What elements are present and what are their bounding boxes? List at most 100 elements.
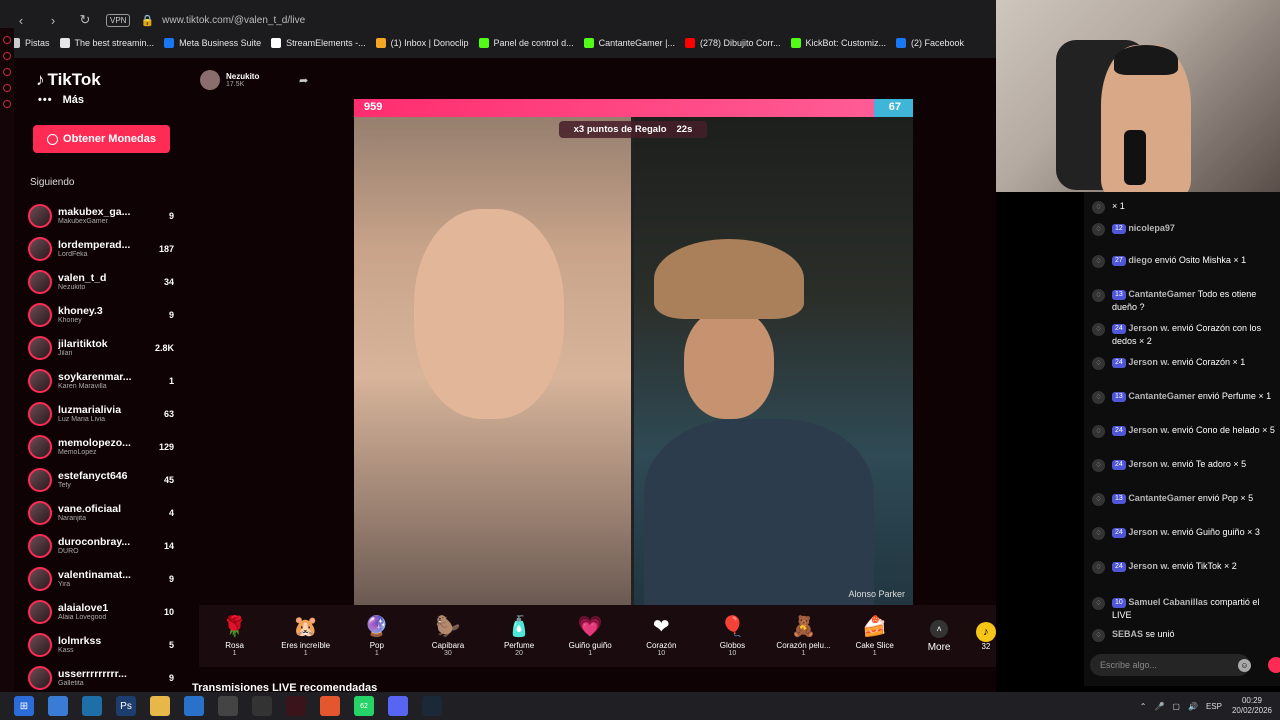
get-coins-button[interactable]: Obtener Monedas	[33, 125, 170, 153]
forward-icon[interactable]: ›	[42, 9, 64, 31]
chat-input[interactable]: Escribe algo...	[1090, 654, 1250, 676]
network-icon[interactable]: ▢	[1172, 702, 1180, 711]
chat-username[interactable]: Jerson w.	[1128, 459, 1169, 469]
steam-icon[interactable]	[422, 696, 442, 716]
tiktok-logo[interactable]: ♪ TikTok	[36, 70, 101, 90]
following-item[interactable]: jilaritiktok Jilari 2.8K	[28, 331, 178, 364]
brave-icon[interactable]	[320, 696, 340, 716]
following-item[interactable]: valen_t_d Nezukito 34	[28, 265, 178, 298]
chat-avatar-icon[interactable]: ♢	[1092, 201, 1105, 214]
following-item[interactable]: vane.oficiaal Naranjita 4	[28, 496, 178, 529]
mic-icon[interactable]: 🎤	[1154, 702, 1164, 711]
following-item[interactable]: makubex_ga... MakubexGamer 9	[28, 199, 178, 232]
chat-username[interactable]: nicolepa97	[1128, 223, 1175, 233]
avatar[interactable]	[28, 566, 52, 591]
volume-icon[interactable]: 🔊	[1188, 702, 1198, 711]
avatar[interactable]	[28, 203, 52, 228]
bookmark-item[interactable]: (1) Inbox | Donoclip	[375, 38, 469, 48]
gift-item[interactable]: 🦫 Capibara 30	[412, 615, 483, 657]
chat-avatar-icon[interactable]: ♢	[1092, 425, 1105, 438]
reload-icon[interactable]: ↻	[74, 9, 96, 31]
bookmark-item[interactable]: KickBot: Customiz...	[790, 38, 886, 48]
bookmark-item[interactable]: Panel de control d...	[478, 38, 574, 48]
avatar[interactable]	[28, 467, 52, 492]
app-icon[interactable]	[48, 696, 68, 716]
chevron-up-icon[interactable]: ⌃	[1140, 702, 1147, 711]
gift-item[interactable]: 🐹 Eres increíble 1	[270, 615, 341, 657]
avatar[interactable]	[28, 335, 52, 360]
photoshop-icon[interactable]: Ps	[116, 696, 136, 716]
gift-item[interactable]: 💗 Guiño guiño 1	[555, 615, 626, 657]
discord-icon[interactable]	[388, 696, 408, 716]
edge-icon[interactable]	[82, 696, 102, 716]
chat-username[interactable]: Samuel Cabanillas	[1128, 597, 1208, 607]
avatar[interactable]	[28, 434, 52, 459]
folder-icon[interactable]	[150, 696, 170, 716]
chat-username[interactable]: CantanteGamer	[1128, 493, 1195, 503]
following-item[interactable]: valentinamat... Yira 9	[28, 562, 178, 595]
avatar[interactable]	[28, 632, 52, 657]
gift-item[interactable]: ❤ Corazón 10	[626, 615, 697, 657]
chat-avatar-icon[interactable]: ♢	[1092, 459, 1105, 472]
avatar[interactable]	[28, 302, 52, 327]
strip-icon[interactable]	[3, 36, 11, 44]
strip-icon[interactable]	[3, 100, 11, 108]
start-icon[interactable]: ⊞	[14, 696, 34, 716]
chat-avatar-icon[interactable]: ♢	[1092, 527, 1105, 540]
avatar[interactable]	[28, 401, 52, 426]
clock[interactable]: 00:29 20/02/2026	[1232, 696, 1272, 716]
chat-username[interactable]: CantanteGamer	[1128, 289, 1195, 299]
chat-avatar-icon[interactable]: ♢	[1092, 289, 1105, 302]
chat-username[interactable]: Jerson w.	[1128, 527, 1169, 537]
bookmark-item[interactable]: StreamElements -...	[271, 38, 366, 48]
gift-item[interactable]: 🔮 Pop 1	[341, 615, 412, 657]
language-indicator[interactable]: ESP	[1206, 702, 1222, 711]
avatar[interactable]	[28, 665, 52, 690]
gift-item[interactable]: 🧴 Perfume 20	[484, 615, 555, 657]
following-item[interactable]: khoney.3 Khoney 9	[28, 298, 178, 331]
following-item[interactable]: lolmrkss Kass 5	[28, 628, 178, 661]
chat-avatar-icon[interactable]: ♢	[1092, 629, 1105, 642]
following-item[interactable]: estefanyct646 Tefy 45	[28, 463, 178, 496]
avatar[interactable]	[28, 368, 52, 393]
tiktok-taskbar-icon[interactable]	[286, 696, 306, 716]
bookmark-item[interactable]: (278) Dibujito Corr...	[684, 38, 781, 48]
lock-icon[interactable]: 🔒	[140, 14, 154, 27]
following-item[interactable]: duroconbray... DURO 14	[28, 529, 178, 562]
strip-icon[interactable]	[3, 68, 11, 76]
gift-item[interactable]: 🧸 Corazón pelu... 1	[768, 615, 839, 657]
chat-username[interactable]: Jerson w.	[1128, 357, 1169, 367]
more-gifts-button[interactable]: ˄ More	[910, 619, 968, 653]
chat-username[interactable]: SEBAS	[1112, 629, 1143, 639]
bookmark-item[interactable]: Meta Business Suite	[164, 38, 261, 48]
chat-username[interactable]: Jerson w.	[1128, 323, 1169, 333]
more-menu[interactable]: ••• Más	[38, 94, 84, 106]
chat-username[interactable]: CantanteGamer	[1128, 391, 1195, 401]
following-item[interactable]: alaialove1 Alaia Lovegood 10	[28, 595, 178, 628]
coin-balance[interactable]: ♪ 32	[975, 621, 996, 651]
chat-avatar-icon[interactable]: ♢	[1092, 357, 1105, 370]
obs-icon[interactable]	[252, 696, 272, 716]
host-bar[interactable]: Nezukito 17.5K	[200, 70, 259, 90]
bookmark-item[interactable]: (2) Facebook	[896, 38, 964, 48]
chat-avatar-icon[interactable]: ♢	[1092, 561, 1105, 574]
following-item[interactable]: usserrrrrrrrr... Galletita 9	[28, 661, 178, 694]
chat-username[interactable]: Jerson w.	[1128, 561, 1169, 571]
chat-avatar-icon[interactable]: ♢	[1092, 223, 1105, 236]
following-item[interactable]: luzmarialivia Luz Maria Livia 63	[28, 397, 178, 430]
share-icon[interactable]: ➦	[299, 74, 308, 87]
avatar[interactable]	[28, 269, 52, 294]
gift-item[interactable]: 🎈 Globos 10	[697, 615, 768, 657]
chat-avatar-icon[interactable]: ♢	[1092, 391, 1105, 404]
following-item[interactable]: soykarenmar... Karen Maravilla 1	[28, 364, 178, 397]
vpn-badge[interactable]: VPN	[106, 13, 131, 27]
bookmark-item[interactable]: The best streamin...	[59, 38, 154, 48]
following-item[interactable]: lordemperad... LordFeka 187	[28, 232, 178, 265]
app-icon[interactable]	[218, 696, 238, 716]
gift-item[interactable]: 🌹 Rosa 1	[199, 615, 270, 657]
heart-icon[interactable]	[1268, 657, 1280, 673]
chat-username[interactable]: Jerson w.	[1128, 425, 1169, 435]
chat-username[interactable]: diego	[1128, 255, 1152, 265]
avatar[interactable]	[28, 236, 52, 261]
chat-avatar-icon[interactable]: ♢	[1092, 323, 1105, 336]
